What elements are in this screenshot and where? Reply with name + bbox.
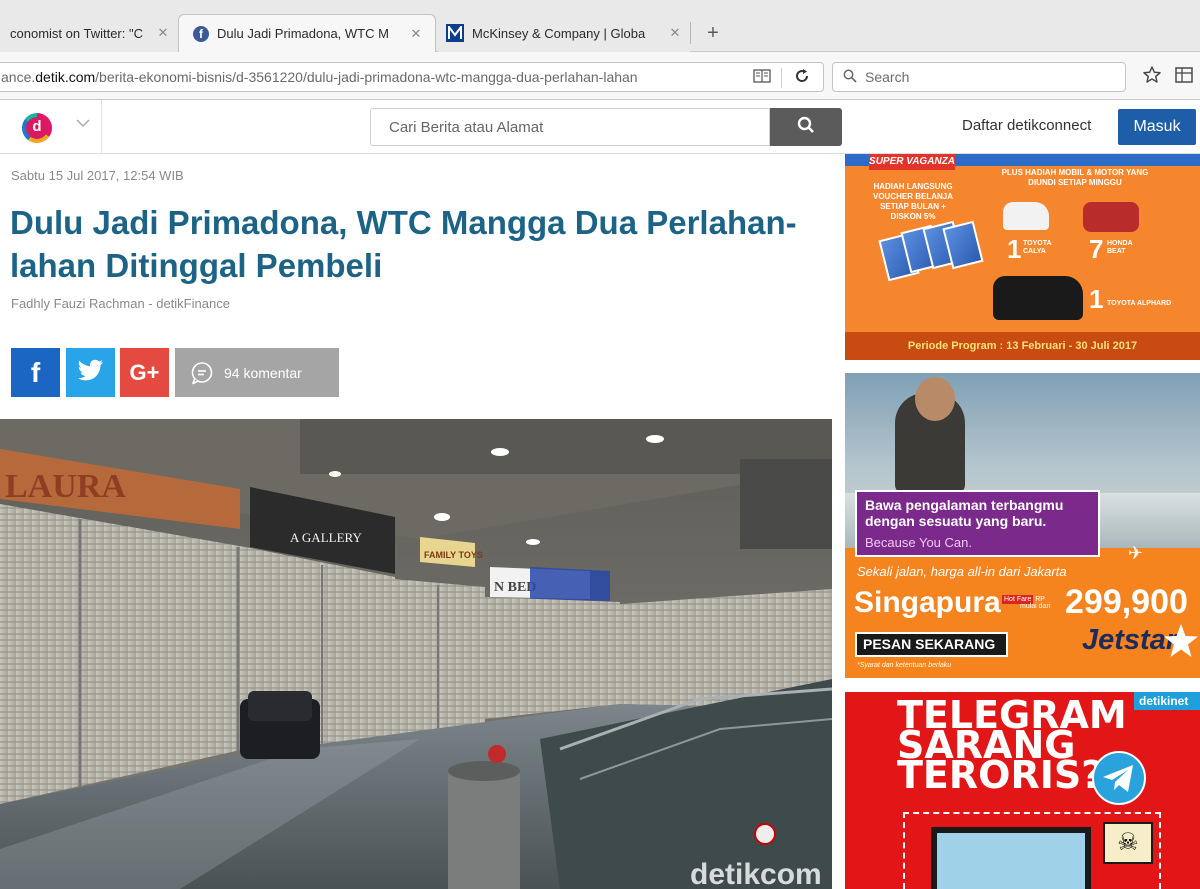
- url-path: /berita-ekonomi-bisnis/d-3561220/dulu-ja…: [95, 69, 638, 85]
- google-plus-icon: G+: [129, 359, 160, 385]
- ad-hot-sub: mulai dari: [1020, 603, 1051, 610]
- article-title: Dulu Jadi Primadona, WTC Mangga Dua Perl…: [10, 204, 797, 284]
- facebook-favicon-icon: f: [193, 25, 209, 42]
- url-text: ance.detik.com/berita-ekonomi-bisnis/d-3…: [1, 69, 638, 85]
- news-search-input[interactable]: Cari Berita atau Alamat: [370, 108, 770, 146]
- browser-nav-bar: ance.detik.com/berita-ekonomi-bisnis/d-3…: [0, 52, 1200, 100]
- motorbikes-image: [1083, 202, 1139, 232]
- reading-list-icon[interactable]: [1174, 66, 1194, 89]
- tab-title: conomist on Twitter: "C: [10, 25, 143, 41]
- twitter-icon: [77, 359, 104, 386]
- ad-banner-ribbon: SUPER VAGANZA: [869, 154, 955, 170]
- store-sign-toys: FAMILY TOYS: [424, 550, 483, 560]
- ad-brand-tag: detikinet: [1134, 692, 1200, 710]
- news-search-placeholder: Cari Berita atau Alamat: [389, 119, 544, 136]
- header-divider: [101, 100, 102, 154]
- register-link[interactable]: Daftar detikconnect: [962, 117, 1091, 134]
- mckinsey-favicon-icon: [446, 24, 464, 42]
- book-now-button[interactable]: PESAN SEKARANG: [855, 632, 1008, 657]
- store-sign-gallery: A GALLERY: [290, 530, 362, 545]
- url-prefix: ance.: [1, 69, 36, 85]
- ad-destination: Singapura: [854, 586, 1001, 619]
- tab-separator: [690, 22, 691, 44]
- store-sign-laura: LAURA: [5, 468, 126, 505]
- prize-name: HONDA BEAT: [1107, 240, 1133, 255]
- tab-close-icon[interactable]: ✕: [156, 25, 170, 41]
- address-bar[interactable]: ance.detik.com/berita-ekonomi-bisnis/d-3…: [0, 62, 824, 92]
- browser-search-input[interactable]: Search: [832, 62, 1126, 92]
- logo-letter: d: [26, 117, 48, 139]
- search-icon: [797, 116, 815, 139]
- bookmark-star-icon[interactable]: [1142, 65, 1162, 90]
- photo-watermark: detikcom: [690, 858, 822, 889]
- laptop-illustration: [931, 827, 1091, 889]
- search-placeholder: Search: [865, 69, 910, 85]
- login-button[interactable]: Masuk: [1118, 109, 1196, 145]
- article-photo[interactable]: LAURA A GALLERY FAMILY TOYS N BED detikc…: [0, 419, 832, 889]
- ad-jetstar[interactable]: Bawa pengalaman terbangmu dengan sesuatu …: [845, 373, 1200, 678]
- search-icon: [843, 69, 857, 88]
- ad-right-text: PLUS HADIAH MOBIL & MOTOR YANG DIUNDI SE…: [1001, 168, 1149, 187]
- address-divider: [781, 68, 782, 88]
- plane-icon: ✈: [1128, 543, 1144, 563]
- share-googleplus-button[interactable]: G+: [120, 348, 169, 397]
- reload-icon[interactable]: [795, 68, 809, 88]
- share-facebook-button[interactable]: f: [11, 348, 60, 397]
- prize-name: TOYOTA CALYA: [1023, 240, 1052, 255]
- ad-line2-text: dengan sesuatu yang baru.: [865, 513, 1047, 529]
- prize-name: TOYOTA ALPHARD: [1107, 300, 1172, 307]
- ad-banner-text: SUPER VAGANZA: [869, 156, 955, 167]
- car-calya-image: [1003, 202, 1049, 230]
- telegram-icon: [1091, 750, 1147, 811]
- ad-currency: RP: [1035, 596, 1045, 603]
- prize-count: 1: [1007, 234, 1022, 264]
- prize-count: 1: [1089, 284, 1104, 314]
- ad-line1-text: Bawa pengalaman terbangmu: [865, 497, 1064, 513]
- ad-left-text: HADIAH LANGSUNG VOUCHER BELANJA SETIAP B…: [873, 182, 954, 221]
- tab-close-icon[interactable]: ✕: [668, 25, 682, 41]
- ad-photo-face: [915, 377, 955, 421]
- browser-tab-bar: conomist on Twitter: "C ✕ f Dulu Jadi Pr…: [0, 0, 1200, 52]
- ad-subline: Sekali jalan, harga all-in dari Jakarta: [857, 564, 1067, 579]
- skull-icon: ☠: [1103, 822, 1153, 864]
- news-search-button[interactable]: [770, 108, 842, 146]
- ad-line1: Bawa pengalaman terbangmu dengan sesuatu …: [865, 497, 1063, 529]
- ad-hot-fare: Hot Fare RP mulai dari: [1002, 595, 1051, 610]
- site-header: d Cari Berita atau Alamat Daftar detikco…: [0, 100, 1200, 154]
- article-byline: Fadhly Fauzi Rachman - detikFinance: [11, 296, 230, 311]
- comments-label: 94 komentar: [224, 364, 302, 381]
- ad-message-box: Bawa pengalaman terbangmu dengan sesuatu …: [855, 490, 1100, 557]
- ad-disclaimer: *Syarat dan ketentuan berlaku: [857, 662, 952, 669]
- prize-count: 7: [1089, 234, 1104, 264]
- tab-detik[interactable]: f Dulu Jadi Primadona, WTC M ✕: [178, 14, 436, 52]
- tab-title: McKinsey & Company | Globa: [472, 25, 646, 41]
- reader-view-icon[interactable]: [753, 68, 771, 88]
- ad-telegram[interactable]: detikinet TELEGRAM SARANG TERORIS? ☠: [845, 692, 1200, 889]
- comments-button[interactable]: 94 komentar: [175, 348, 339, 397]
- ad-line3: Because You Can.: [865, 535, 972, 550]
- new-tab-button[interactable]: +: [700, 18, 726, 48]
- tab-economist[interactable]: conomist on Twitter: "C ✕: [0, 14, 178, 52]
- article-date: Sabtu 15 Jul 2017, 12:54 WIB: [11, 168, 184, 183]
- detik-logo[interactable]: d: [22, 113, 52, 143]
- tab-mckinsey[interactable]: McKinsey & Company | Globa ✕: [438, 14, 690, 52]
- star-icon: [1163, 623, 1199, 664]
- ad-price: 299,900: [1065, 583, 1188, 621]
- ad-super-vaganza[interactable]: SUPER VAGANZA HADIAH LANGSUNG VOUCHER BE…: [845, 154, 1200, 360]
- url-domain: detik.com: [35, 69, 96, 85]
- comment-bubble-icon: [190, 361, 214, 385]
- facebook-icon: f: [30, 356, 41, 388]
- chevron-down-icon[interactable]: [76, 117, 90, 131]
- ad-period: Periode Program : 13 Februari - 30 Juli …: [845, 332, 1200, 360]
- tab-close-icon[interactable]: ✕: [409, 26, 423, 42]
- tab-title: Dulu Jadi Primadona, WTC M: [217, 26, 389, 41]
- car-alphard-image: [993, 276, 1083, 320]
- share-twitter-button[interactable]: [66, 348, 115, 397]
